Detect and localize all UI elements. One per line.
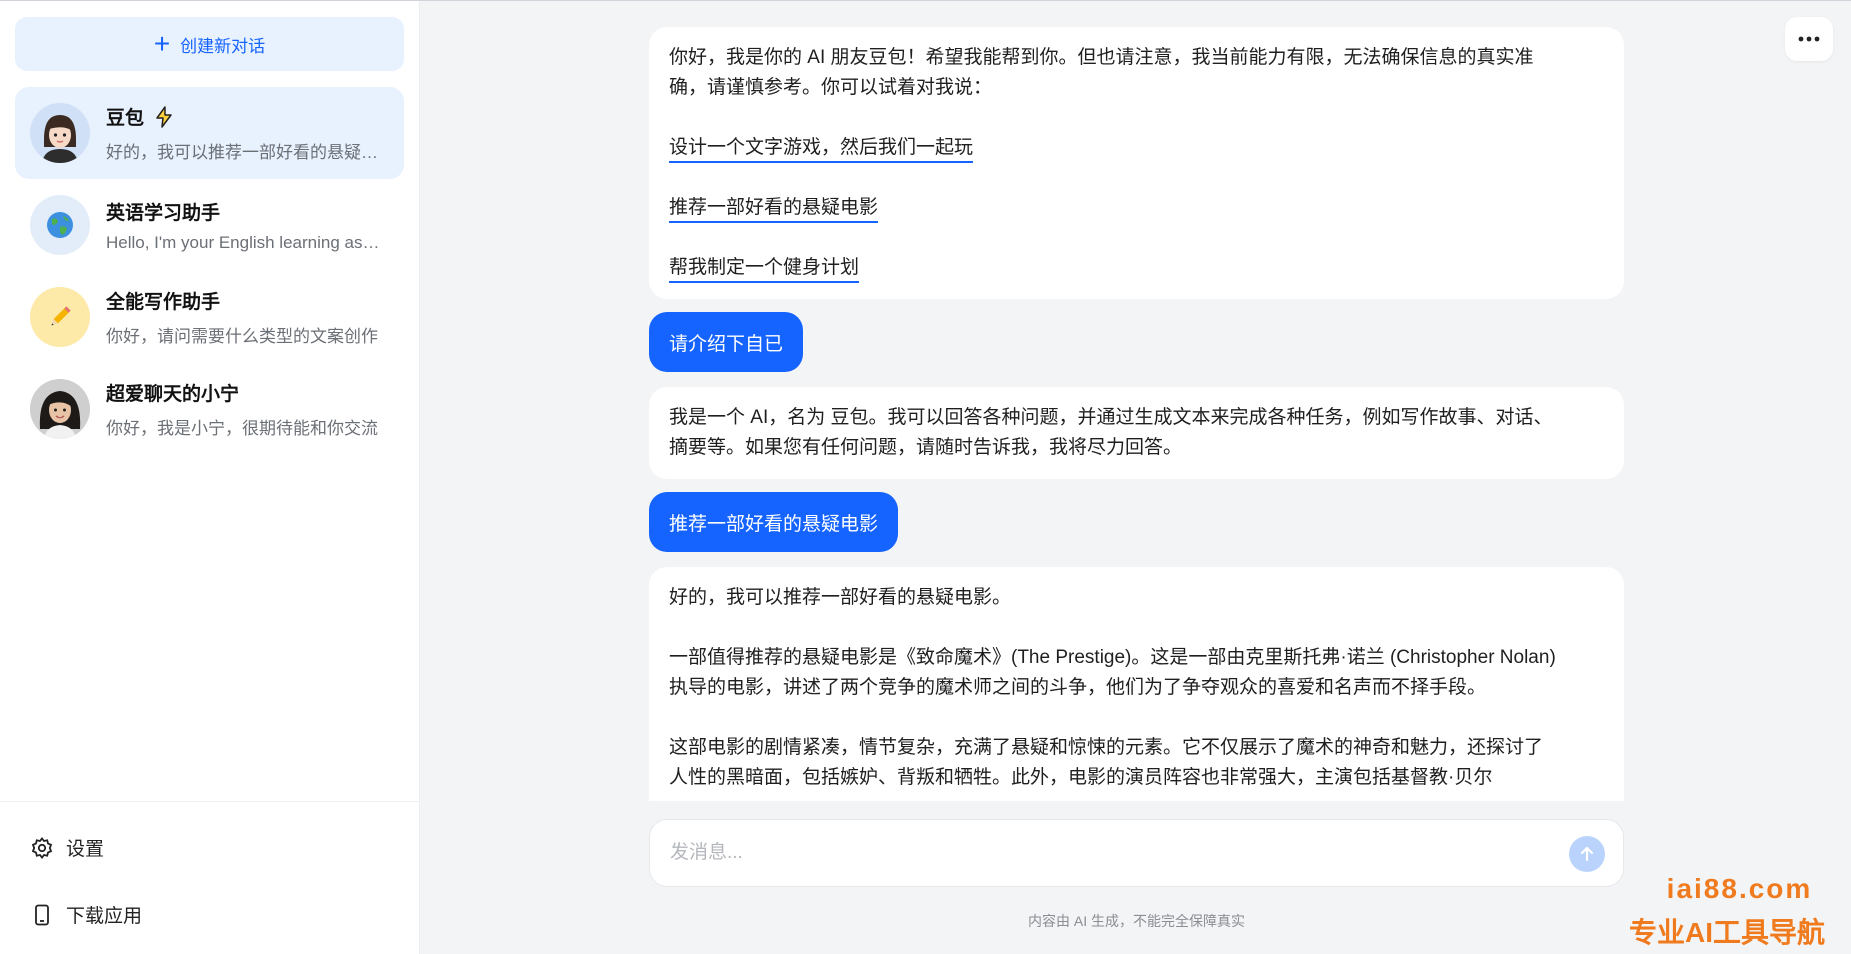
welcome-message: 你好，我是你的 AI 朋友豆包！希望我能帮到你。但也请注意，我当前能力有限，无法… (649, 27, 1624, 299)
conversation-item-english[interactable]: 英语学习助手 Hello, I'm your English learning … (15, 179, 404, 271)
conversation-item-xiaoning[interactable]: 超爱聊天的小宁 你好，我是小宁，很期待能和你交流 (15, 363, 404, 455)
phone-icon (30, 903, 66, 927)
girl-avatar (30, 103, 90, 163)
conversation-name: 超爱聊天的小宁 (106, 384, 240, 405)
pencil-icon (30, 287, 90, 347)
watermark-domain: iai88.com (1666, 873, 1813, 904)
conversation-preview: 你好，我是小宁，很期待能和你交流 (106, 419, 378, 438)
more-dots-icon (1797, 35, 1821, 43)
bot-reply-line: 好的，我可以推荐一部好看的悬疑电影。 (669, 587, 1012, 608)
bot-message: 好的，我可以推荐一部好看的悬疑电影。 一部值得推荐的悬疑电影是《致命魔术》(Th… (649, 567, 1624, 801)
watermark-slogan: 专业AI工具导航 (1628, 917, 1825, 948)
settings-link[interactable]: 设置 (30, 834, 104, 861)
suggestion-link[interactable]: 推荐一部好看的悬疑电影 (669, 195, 879, 223)
message-input[interactable] (670, 842, 1550, 864)
welcome-intro-line1: 你好，我是你的 AI 朋友豆包！希望我能帮到你。但也请注意，我当前能力有限，无法… (669, 47, 1534, 68)
bot-reply-line: 人性的黑暗面，包括嫉妒、背叛和牺牲。此外，电影的演员阵容也非常强大，主演包括基督… (669, 767, 1493, 788)
bot-reply-line: 这部电影的剧情紧凑，情节复杂，充满了悬疑和惊悚的元素。它不仅展示了魔术的神奇和魅… (669, 737, 1544, 758)
user-message: 请介绍下自已 (649, 312, 804, 372)
suggestion-link[interactable]: 帮我制定一个健身计划 (669, 255, 860, 283)
settings-label: 设置 (66, 839, 105, 860)
conversation-name: 全能写作助手 (106, 292, 221, 313)
suggestion-link[interactable]: 设计一个文字游戏，然后我们一起玩 (669, 135, 974, 163)
new-chat-label: 创建新对话 (180, 36, 266, 56)
conversation-preview: 好的，我可以推荐一部好看的悬疑电影 (106, 143, 386, 162)
lightning-icon (152, 105, 176, 129)
bot-reply-line: 一部值得推荐的悬疑电影是《致命魔术》(The Prestige)。这是一部由克里… (669, 647, 1556, 668)
sidebar-divider (0, 801, 420, 802)
bot-reply-line: 摘要等。如果您有任何问题，请随时告诉我，我将尽力回答。 (669, 437, 1183, 458)
sidebar: + 创建新对话 豆包 好的，我可以推荐一部好看的悬疑电影 英语学习助手 Hell… (0, 1, 420, 954)
bot-reply-line: 我是一个 AI，名为 豆包。我可以回答各种问题，并通过生成文本来完成各种任务，例… (669, 407, 1553, 428)
globe-icon (30, 195, 90, 255)
download-app-link[interactable]: 下载应用 (30, 901, 142, 928)
conversation-item-doubao[interactable]: 豆包 好的，我可以推荐一部好看的悬疑电影 (15, 87, 404, 179)
arrow-up-icon (1578, 845, 1596, 863)
gear-icon (30, 836, 66, 860)
plus-icon: + (153, 28, 171, 59)
ai-disclaimer: 内容由 AI 生成，不能完全保障真实 (1027, 913, 1245, 929)
bot-reply-line: 执导的电影，讲述了两个竞争的魔术师之间的斗争，他们为了争夺观众的喜爱和名声而不择… (669, 677, 1487, 698)
chat-area: 你好，我是你的 AI 朋友豆包！希望我能帮到你。但也请注意，我当前能力有限，无法… (649, 1, 1624, 801)
conversation-name: 豆包 (106, 103, 396, 130)
send-button[interactable] (1569, 836, 1605, 872)
bot-message: 我是一个 AI，名为 豆包。我可以回答各种问题，并通过生成文本来完成各种任务，例… (649, 387, 1624, 479)
welcome-intro-line2: 确，请谨慎参考。你可以试着对我说： (669, 77, 993, 98)
message-input-box (649, 819, 1624, 887)
conversation-name: 英语学习助手 (106, 202, 221, 224)
new-chat-button[interactable]: + 创建新对话 (15, 17, 404, 71)
woman-avatar (30, 379, 90, 439)
more-options-button[interactable] (1785, 17, 1833, 61)
conversation-item-writing[interactable]: 全能写作助手 你好，请问需要什么类型的文案创作 (15, 271, 404, 363)
conversation-preview: 你好，请问需要什么类型的文案创作 (106, 327, 378, 346)
conversation-preview: Hello, I'm your English learning assista… (106, 232, 386, 252)
download-label: 下载应用 (66, 906, 143, 927)
user-message: 推荐一部好看的悬疑电影 (649, 492, 899, 552)
